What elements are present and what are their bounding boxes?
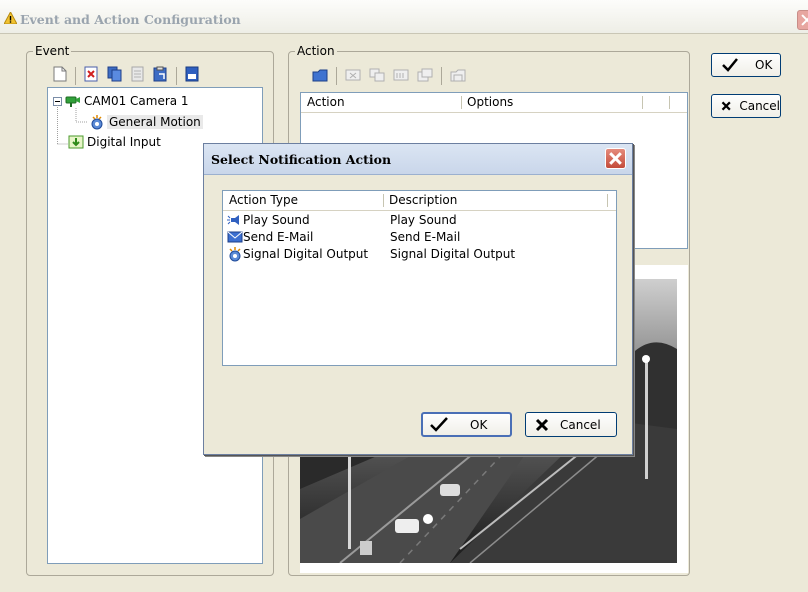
warning-icon — [3, 10, 18, 27]
toolbar-separator — [75, 66, 76, 85]
ok-button-label: OK — [755, 58, 773, 72]
collapse-icon[interactable] — [53, 96, 62, 106]
action-column-header[interactable]: Action — [307, 95, 345, 109]
action-type-list-header: Action Type Description — [223, 191, 616, 211]
event-action-window: Event and Action Configuration Event CAM… — [0, 0, 808, 592]
remove-action-icon — [345, 68, 361, 85]
dialog-titlebar: Select Notification Action — [204, 144, 632, 175]
play-sound-type: Play Sound — [243, 213, 310, 227]
motion-icon — [91, 115, 103, 130]
signal-digital-output-type: Signal Digital Output — [243, 247, 369, 261]
toolbar-separator — [441, 67, 442, 85]
column-divider[interactable] — [461, 96, 462, 109]
dialog-cancel-button[interactable]: Cancel — [525, 412, 617, 437]
event-group-legend: Event — [35, 44, 70, 58]
check-icon — [430, 417, 448, 432]
list-item-play-sound[interactable]: Play Sound Play Sound — [227, 212, 457, 228]
tree-node-general-motion[interactable]: General Motion — [90, 114, 203, 130]
dialog-ok-label: OK — [470, 417, 488, 432]
tree-node-digital-input[interactable]: Digital Input — [68, 135, 161, 149]
description-column-header[interactable]: Description — [389, 193, 457, 207]
column-divider[interactable] — [669, 96, 670, 109]
signal-digital-output-description: Signal Digital Output — [390, 247, 516, 261]
action-group-legend: Action — [297, 44, 335, 58]
speaker-icon — [227, 215, 239, 225]
copy-icon[interactable] — [107, 66, 122, 85]
ok-button[interactable]: OK — [711, 53, 781, 77]
action-type-column-header[interactable]: Action Type — [229, 193, 298, 207]
list-action-icon — [393, 68, 409, 85]
select-notification-dialog: Select Notification Action Action Type D… — [203, 143, 633, 455]
window-title: Event and Action Configuration — [20, 12, 241, 27]
column-divider[interactable] — [642, 96, 643, 109]
action-type-list[interactable]: Action Type Description Play Sound Play … — [222, 190, 617, 366]
paste-icon[interactable] — [153, 66, 168, 85]
x-icon — [721, 101, 731, 111]
column-divider[interactable] — [383, 194, 384, 207]
action-properties-icon — [450, 68, 466, 85]
tree-label-general-motion: General Motion — [107, 115, 203, 129]
list-item-signal-digital-output[interactable]: Signal Digital Output Signal Digital Out… — [227, 246, 515, 262]
copy-action-icon — [369, 68, 385, 85]
add-action-icon[interactable] — [312, 68, 328, 85]
tree-label-camera: CAM01 Camera 1 — [84, 94, 189, 108]
tree-label-digital-input: Digital Input — [87, 135, 161, 149]
action-list-header: Action Options — [301, 93, 687, 113]
send-email-type: Send E-Mail — [243, 230, 314, 244]
delete-icon[interactable] — [84, 66, 99, 85]
play-sound-description: Play Sound — [390, 213, 457, 227]
digital-input-icon — [68, 135, 84, 149]
alarm-output-icon — [229, 246, 241, 261]
dialog-ok-button[interactable]: OK — [421, 412, 512, 437]
new-icon[interactable] — [53, 66, 67, 85]
list-item-send-email[interactable]: Send E-Mail Send E-Mail — [227, 229, 460, 245]
x-icon — [535, 418, 549, 431]
cancel-button-label: Cancel — [739, 99, 780, 113]
paste-action-icon — [417, 68, 433, 85]
event-toolbar — [53, 66, 207, 85]
column-divider[interactable] — [607, 194, 608, 207]
send-email-description: Send E-Mail — [390, 230, 461, 244]
check-icon — [722, 58, 738, 72]
tree-node-camera[interactable]: CAM01 Camera 1 — [53, 94, 189, 108]
action-toolbar — [312, 67, 474, 85]
camera-icon — [65, 96, 80, 107]
dialog-title: Select Notification Action — [211, 152, 392, 167]
dialog-cancel-label: Cancel — [560, 417, 601, 432]
options-column-header[interactable]: Options — [467, 95, 513, 109]
cancel-button[interactable]: Cancel — [711, 94, 781, 118]
disabled-icon[interactable] — [130, 66, 145, 85]
email-icon — [227, 231, 243, 243]
toolbar-separator — [176, 66, 177, 85]
dialog-close-button[interactable] — [605, 148, 626, 169]
toolbar-separator — [336, 67, 337, 85]
window-titlebar: Event and Action Configuration — [0, 0, 808, 34]
window-close-button[interactable] — [797, 10, 808, 30]
properties-icon[interactable] — [185, 66, 199, 85]
